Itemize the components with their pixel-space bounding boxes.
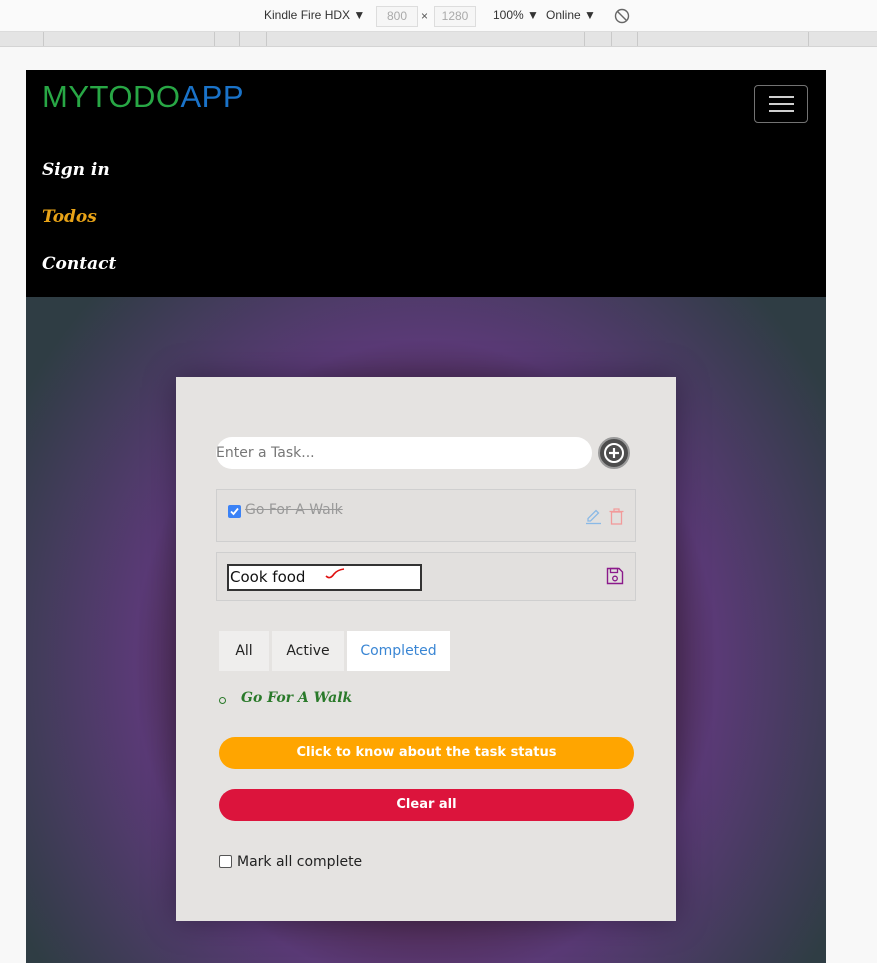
edit-task-value: Cook food [230,568,306,586]
device-select[interactable]: Kindle Fire HDX ▼ [264,8,365,22]
plus-circle-icon [604,443,624,463]
filter-all[interactable]: All [219,631,269,671]
task-status-button[interactable]: Click to know about the task status [219,737,634,769]
trash-icon[interactable] [609,508,624,529]
save-icon[interactable] [606,567,624,589]
todo-item-text: Go For A Walk [245,502,343,518]
nav-link-contact[interactable]: Contact [42,254,116,274]
add-task-button[interactable] [598,437,630,469]
edit-icon[interactable] [585,508,602,529]
brand-logo[interactable]: MYTODOAPP [42,79,244,115]
emulated-page: MYTODOAPP Sign in Todos Contact Enter a … [26,70,826,963]
rotate-icon[interactable] [614,8,630,24]
dimension-separator: × [421,9,429,23]
network-select[interactable]: Online ▼ [546,8,596,22]
filter-completed[interactable]: Completed [347,631,450,671]
zoom-select[interactable]: 100% ▼ [493,8,539,22]
todo-item: Go For A Walk [216,489,636,542]
device-toolbar: Kindle Fire HDX ▼ 800 × 1280 100% ▼ Onli… [0,0,877,32]
brand-part-2: APP [180,79,245,114]
cursor-mark-icon [325,568,345,579]
clear-all-button[interactable]: Clear all [219,789,634,821]
filter-active[interactable]: Active [272,631,344,671]
hamburger-icon-bar [769,110,794,112]
media-query-ruler [0,32,877,47]
task-input[interactable]: Enter a Task... [216,437,592,469]
completed-item-text: Go For A Walk [241,690,353,706]
navbar-toggle-button[interactable] [754,85,808,123]
mark-all-checkbox[interactable] [219,855,232,868]
hamburger-icon-bar [769,96,794,98]
todo-item-editing: Cook food [216,552,636,601]
navbar: MYTODOAPP Sign in Todos Contact [26,70,826,297]
nav-link-sign-in[interactable]: Sign in [42,160,110,180]
mark-all-label: Mark all complete [237,854,363,870]
height-input[interactable]: 1280 [434,6,476,27]
width-input[interactable]: 800 [376,6,418,27]
nav-link-todos[interactable]: Todos [42,207,97,227]
bullet-icon [219,697,226,704]
brand-part-1: MYTODO [42,79,181,114]
todo-card: Enter a Task... Go For A Walk Cook food [176,377,676,921]
edit-task-input[interactable]: Cook food [227,564,422,591]
todo-checkbox[interactable] [228,505,241,518]
hamburger-icon-bar [769,103,794,105]
